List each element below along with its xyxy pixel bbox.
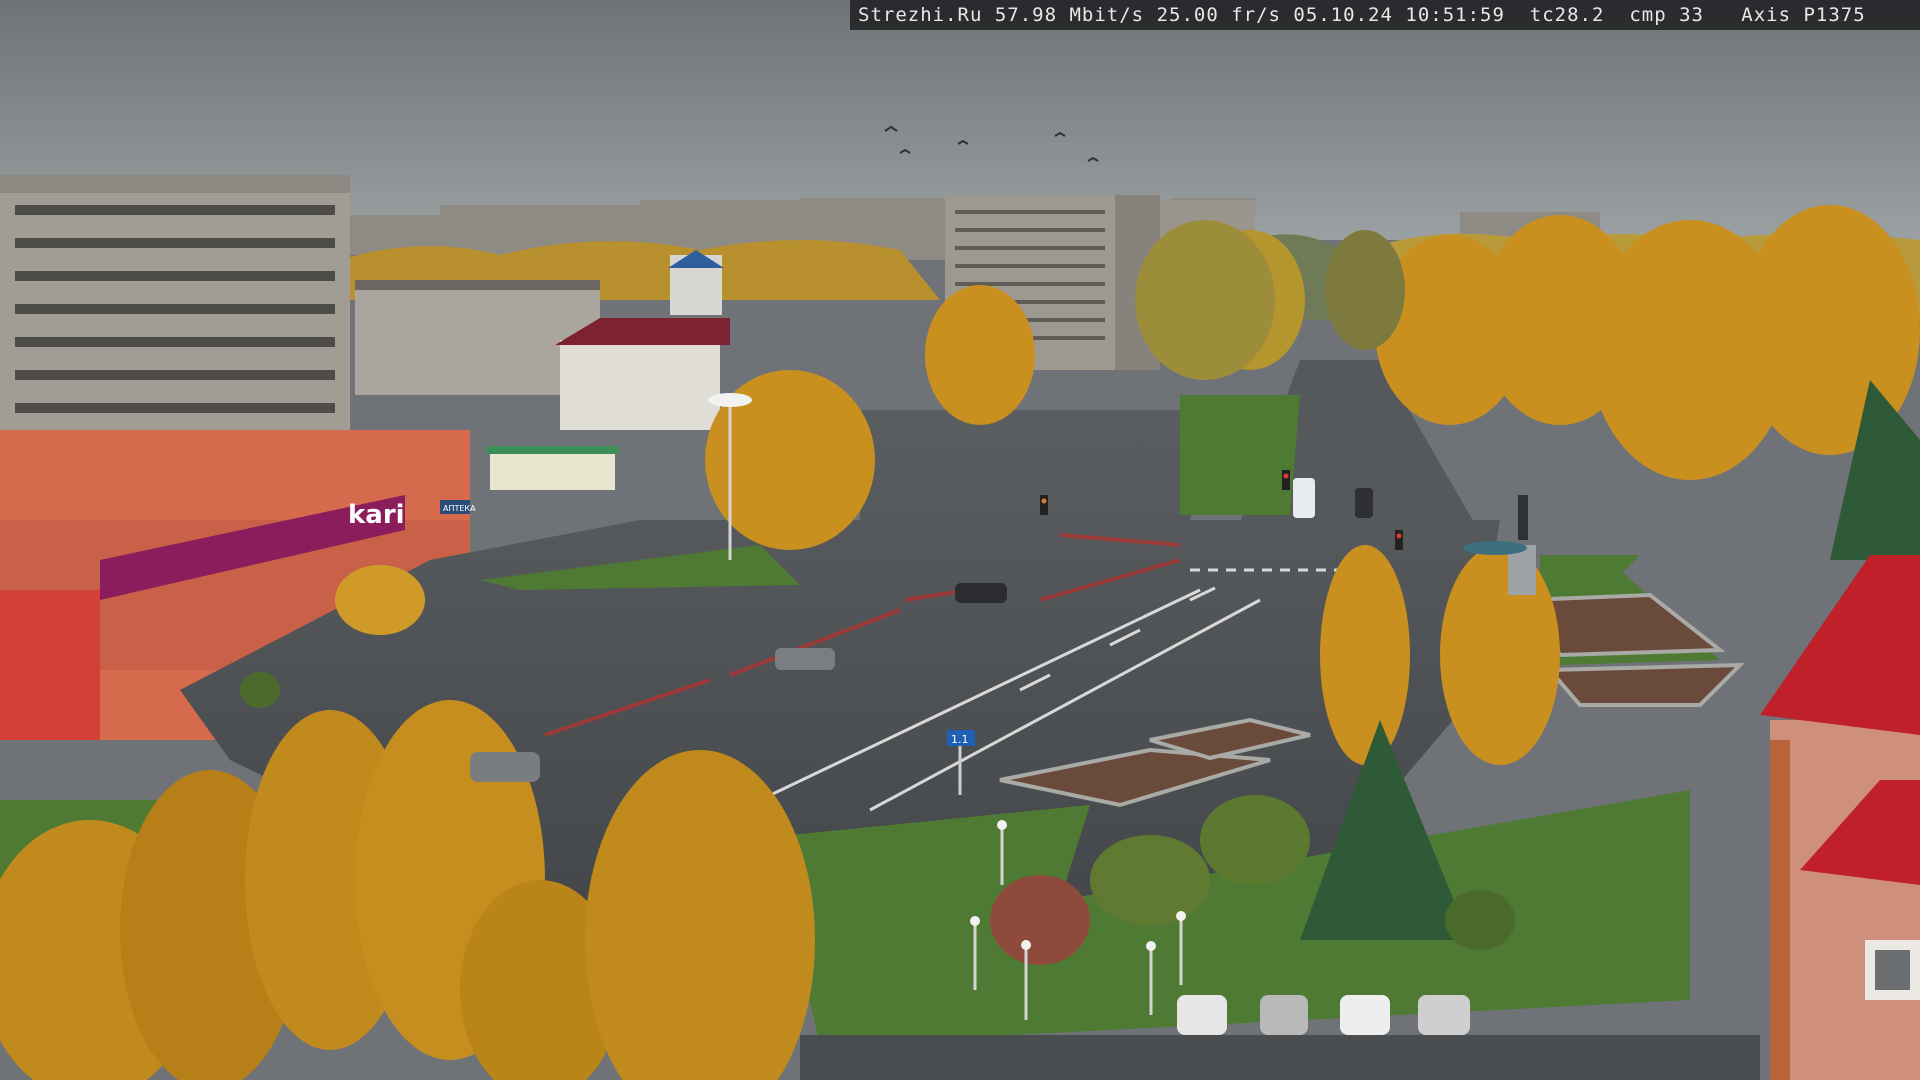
pharmacy-sign: АПТЕКА	[443, 504, 476, 513]
overlay-bitrate: 57.98 Mbit/s	[994, 4, 1145, 26]
overlay-date: 05.10.24	[1293, 4, 1393, 26]
camera-overlay-bar: Strezhi.Ru 57.98 Mbit/s 25.00 fr/s 05.10…	[850, 0, 1920, 30]
overlay-site: Strezhi.Ru	[858, 4, 983, 26]
store-brand-sign: kari	[348, 500, 405, 530]
parking-area	[800, 1035, 1760, 1080]
route-sign-label: 1.1	[951, 733, 969, 746]
overlay-time: 10:51:59	[1405, 4, 1505, 26]
red-roof-building	[1760, 555, 1920, 1080]
overlay-cmp: cmp 33	[1629, 4, 1704, 26]
overlay-camera-model: Axis P1375	[1741, 4, 1866, 26]
webcam-scene: kari АПТЕКА 1.1	[0, 0, 1920, 1080]
overlay-framerate: 25.00 fr/s	[1156, 4, 1281, 26]
overlay-tc: tc28.2	[1529, 4, 1605, 26]
